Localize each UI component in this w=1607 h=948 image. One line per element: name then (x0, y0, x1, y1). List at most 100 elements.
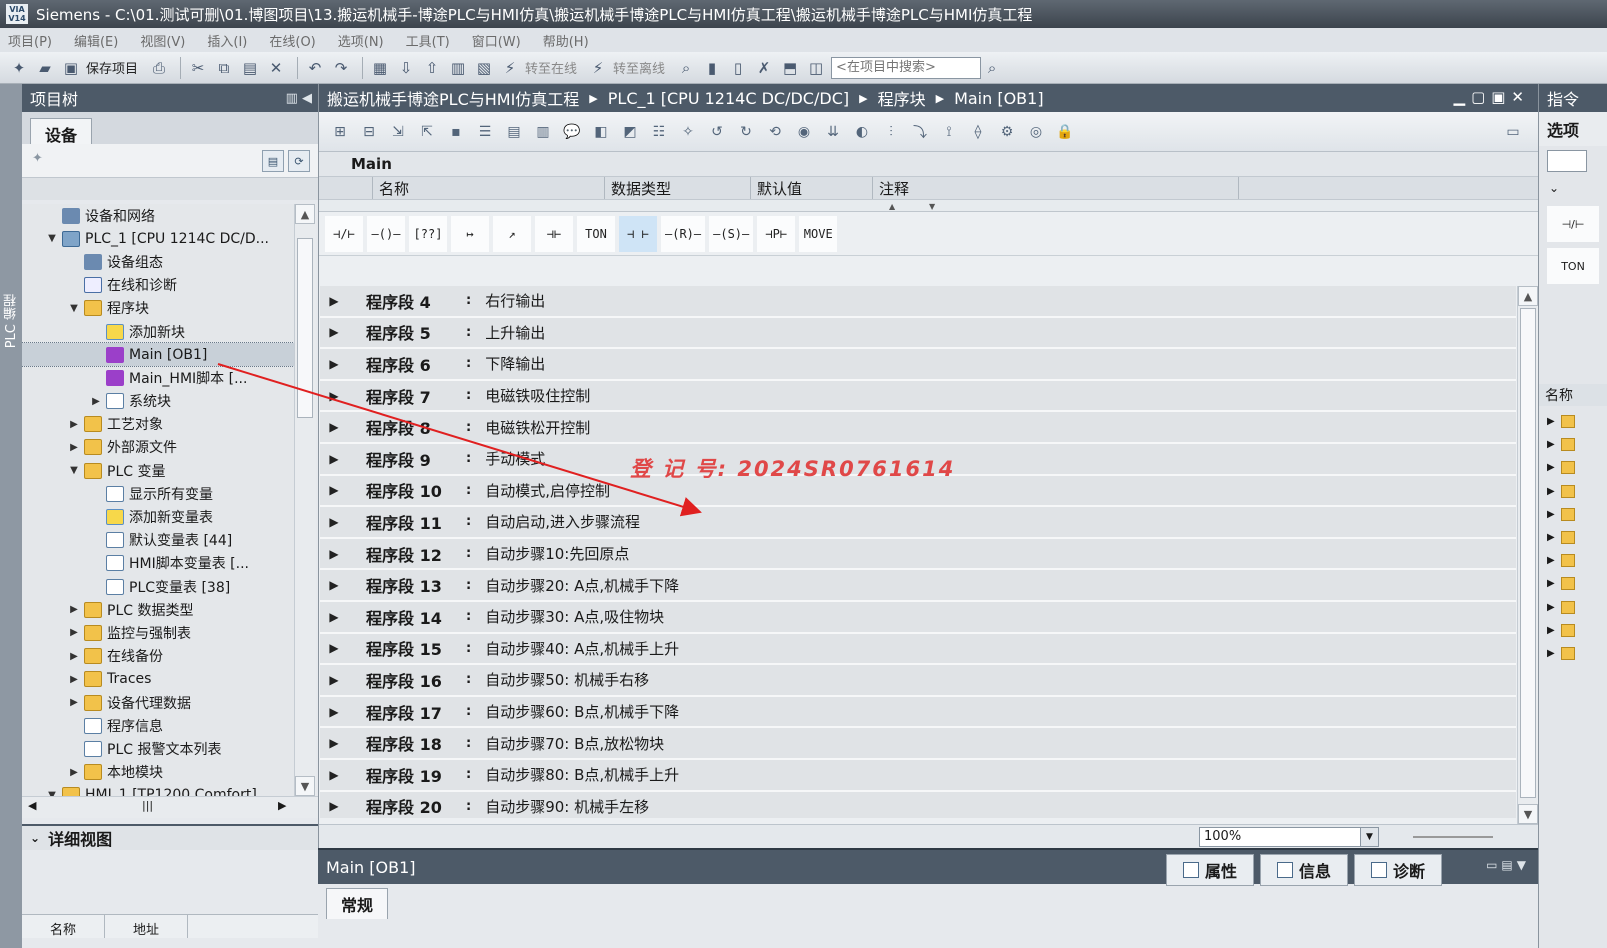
expand-network-icon[interactable]: ▶ (320, 420, 348, 434)
comments-icon[interactable]: 💬 (561, 121, 583, 143)
expand-toggle-icon[interactable]: ▶ (1547, 532, 1555, 543)
expand-network-icon[interactable]: ▶ (320, 610, 348, 624)
new-group-icon[interactable]: ✦ (32, 151, 43, 166)
network-row[interactable]: ▶ 程序段 13: 自动步骤20: A点,机械手下降 (320, 570, 1516, 602)
split-editor-icon[interactable]: ▭ (1502, 121, 1524, 143)
split-vertical-icon[interactable]: ◫ (805, 57, 827, 79)
detail-view-header[interactable]: ⌄ 详细视图 (22, 826, 318, 850)
instruction-folder[interactable]: ▶ (1539, 642, 1607, 665)
menu-item[interactable]: 视图(V) (140, 31, 185, 50)
tree-item[interactable]: 设备组态 (22, 250, 294, 273)
network-row[interactable]: ▶ 程序段 4: 右行输出 (320, 286, 1516, 318)
network-comment[interactable]: 手动模式 (485, 448, 545, 469)
undo-icon[interactable]: ↶ (304, 57, 326, 79)
collapse-panel-icon[interactable]: ▥ ◀ (286, 91, 312, 106)
ladder-element-button[interactable]: –()– (367, 215, 405, 252)
network-comment[interactable]: 自动步骤20: A点,机械手下降 (485, 575, 679, 596)
window-controls-icon[interactable]: ▭▤▼ (1486, 858, 1530, 872)
save-project-icon[interactable]: ▣ (60, 57, 82, 79)
editor-window-controls-icon[interactable]: ▁▢▣✕ (1454, 88, 1530, 106)
block-call-icon[interactable]: ◉ (793, 121, 815, 143)
modify-icon[interactable]: ⫶ (880, 121, 902, 143)
network-row[interactable]: ▶ 程序段 20: 自动步骤90: 机械手左移 (320, 791, 1516, 818)
expand-network-icon[interactable]: ▶ (320, 768, 348, 782)
options-box[interactable] (1547, 150, 1587, 172)
highlight-icon[interactable]: ✧ (677, 121, 699, 143)
new-project-icon[interactable]: ✦ (8, 57, 30, 79)
search-icon[interactable]: ⌕ (981, 57, 1003, 79)
expand-toggle-icon[interactable]: ▶ (1547, 555, 1555, 566)
expand-toggle-icon[interactable]: ▶ (1547, 486, 1555, 497)
expand-toggle-icon[interactable]: ▼ (68, 465, 80, 476)
go-online-icon[interactable]: ⚡ (499, 57, 521, 79)
tree-item[interactable]: ▼ HMI_1 [TP1200 Comfort] (22, 784, 294, 796)
breakpoint-icon[interactable]: ◎ (1025, 121, 1047, 143)
paste-icon[interactable]: ▤ (239, 57, 261, 79)
tree-item[interactable]: ▼ 程序块 (22, 297, 294, 320)
network-comment[interactable]: 下降输出 (485, 353, 545, 374)
menu-item[interactable]: 工具(T) (406, 31, 450, 50)
network-comment[interactable]: 电磁铁松开控制 (485, 417, 590, 438)
ladder-element-button[interactable]: ⊣ ⊢ (619, 215, 657, 252)
instruction-folder[interactable]: ▶ (1539, 480, 1607, 503)
refresh-icon[interactable]: ⟳ (288, 150, 310, 172)
insert-row-icon[interactable]: ⇲ (387, 121, 409, 143)
favorite-contact-icon[interactable]: ⊣/⊢ (1547, 206, 1599, 242)
expand-network-icon[interactable]: ▶ (320, 799, 348, 813)
network-row[interactable]: ▶ 程序段 8: 电磁铁松开控制 (320, 412, 1516, 444)
breadcrumb-item[interactable]: 程序块 (878, 86, 926, 110)
simulation-icon[interactable]: ▥ (447, 57, 469, 79)
copy-icon[interactable]: ⧉ (213, 57, 235, 79)
zoom-select[interactable]: 100% ▼ (1199, 827, 1379, 847)
network-comment[interactable]: 自动启动,进入步骤流程 (485, 511, 640, 532)
start-cpu-icon[interactable]: ▮ (701, 57, 723, 79)
lock-icon[interactable]: 🔒 (1054, 121, 1076, 143)
tree-item[interactable]: ▶ 外部源文件 (22, 436, 294, 459)
instruction-folder[interactable]: ▶ (1539, 619, 1607, 642)
scroll-up-icon[interactable]: ▲ (295, 204, 315, 224)
expand-network-icon[interactable]: ▶ (320, 578, 348, 592)
close-all-networks-icon[interactable]: ▥ (532, 121, 554, 143)
expand-toggle-icon[interactable]: ▶ (68, 651, 80, 662)
column-name[interactable]: 名称 (1539, 384, 1607, 406)
show-list-icon[interactable]: ☷ (648, 121, 670, 143)
network-comment[interactable]: 自动模式,启停控制 (485, 480, 610, 501)
scroll-up-icon[interactable]: ▲ (1518, 286, 1538, 306)
accessible-devices-icon[interactable]: ⌕ (675, 57, 697, 79)
go-offline-button[interactable]: 转至离线 (613, 58, 665, 77)
ladder-element-button[interactable]: [??] (409, 215, 447, 252)
network-comment[interactable]: 自动步骤50: 机械手右移 (485, 669, 649, 690)
expand-network-icon[interactable]: ▶ (320, 736, 348, 750)
network-row[interactable]: ▶ 程序段 17: 自动步骤60: B点,机械手下降 (320, 696, 1516, 729)
network-comment[interactable]: 自动步骤70: B点,放松物块 (485, 733, 664, 754)
instruction-folder[interactable]: ▶ (1539, 456, 1607, 479)
scroll-down-icon[interactable]: ▼ (295, 776, 315, 796)
menu-item[interactable]: 帮助(H) (543, 31, 589, 50)
expand-network-icon[interactable]: ▶ (320, 325, 348, 339)
column-address[interactable]: 地址 (105, 915, 189, 938)
expand-toggle-icon[interactable]: ▶ (1547, 578, 1555, 589)
tree-item[interactable]: ▶ 工艺对象 (22, 413, 294, 436)
network-comment[interactable]: 自动步骤90: 机械手左移 (485, 796, 649, 817)
editor-vertical-scrollbar[interactable]: ▲ ▼ (1517, 286, 1539, 824)
tree-vertical-scrollbar[interactable]: ▲ ▼ (294, 204, 316, 796)
expand-toggle-icon[interactable]: ▶ (1547, 416, 1555, 427)
instruction-folder[interactable]: ▶ (1539, 526, 1607, 549)
ladder-element-button[interactable]: ⊣⊢ (535, 215, 573, 252)
call-environment-icon[interactable]: ⚙ (996, 121, 1018, 143)
network-row[interactable]: ▶ 程序段 11: 自动启动,进入步骤流程 (320, 507, 1516, 539)
expand-toggle-icon[interactable]: ▶ (1547, 625, 1555, 636)
scroll-left-icon[interactable]: ◀ (28, 799, 36, 812)
splitter-down-icon[interactable]: ▼ (929, 202, 935, 211)
monitor-off-icon[interactable]: ⟠ (967, 121, 989, 143)
chevron-down-icon[interactable]: ⌄ (30, 831, 40, 845)
expand-toggle-icon[interactable]: ▶ (1547, 509, 1555, 520)
tree-item[interactable]: 程序信息 (22, 714, 294, 737)
absolute-operands-icon[interactable]: ◧ (590, 121, 612, 143)
ladder-element-button[interactable]: ⊣/⊢ (325, 215, 363, 252)
tree-item[interactable]: ▶ 设备代理数据 (22, 691, 294, 714)
instruction-folder[interactable]: ▶ (1539, 503, 1607, 526)
go-to-next-error-icon[interactable]: ↻ (735, 121, 757, 143)
stop-cpu-icon[interactable]: ▯ (727, 57, 749, 79)
tree-item[interactable]: 显示所有变量 (22, 482, 294, 505)
